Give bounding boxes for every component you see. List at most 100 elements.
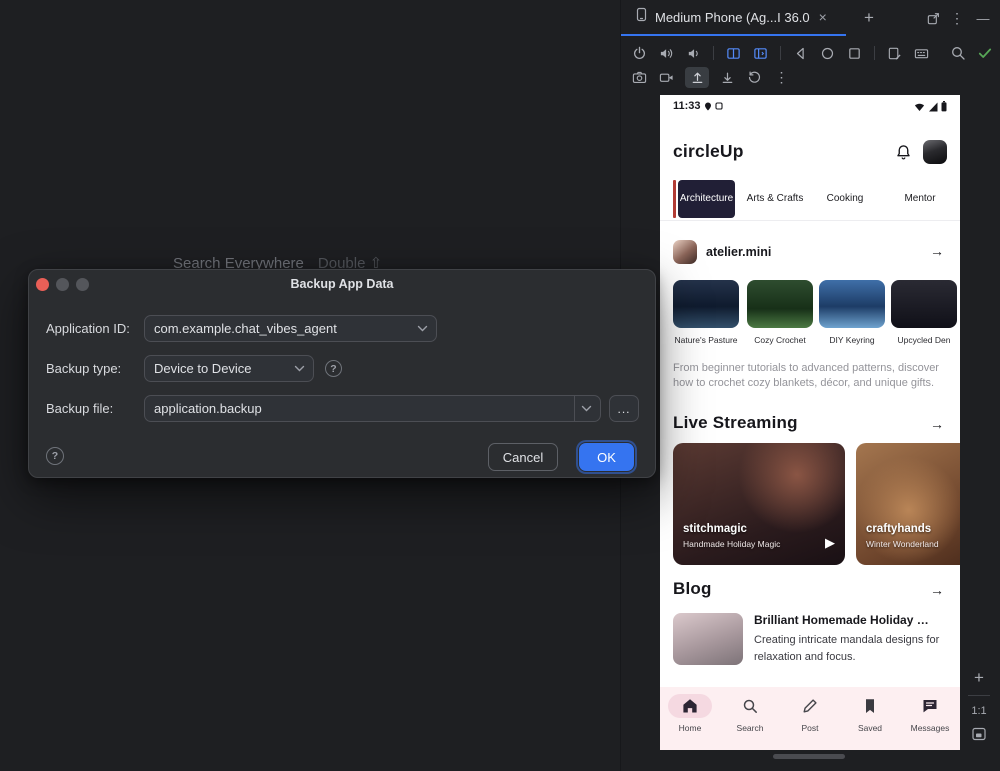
nav-label: Messages <box>911 723 950 733</box>
android-overview-button[interactable] <box>846 45 863 62</box>
profile-row[interactable]: atelier.mini → <box>660 240 960 270</box>
open-in-window-button[interactable] <box>923 8 943 28</box>
browse-file-button[interactable]: ... <box>609 395 639 422</box>
toolbar-divider <box>780 46 781 60</box>
backup-file-value: application.backup <box>154 401 568 416</box>
backup-file-label: Backup file: <box>46 395 113 422</box>
status-bar: 11:33 <box>660 95 960 119</box>
zoom-ratio-label[interactable]: 1:1 <box>971 705 986 717</box>
nav-label: Saved <box>858 723 882 733</box>
screenshot-root: { "colors": { "accent_blue": "#3574f0", … <box>0 0 1000 771</box>
fold-display-button[interactable] <box>725 45 742 62</box>
card-natures-pasture[interactable] <box>673 280 739 328</box>
nav-messages[interactable]: Messages <box>900 687 960 750</box>
gesture-bar-handle[interactable] <box>773 754 845 759</box>
status-time: 11:33 <box>673 100 723 112</box>
chevron-down-icon <box>294 365 305 372</box>
tab-architecture[interactable]: Architecture <box>678 180 735 218</box>
blog-post-title[interactable]: Brilliant Homemade Holiday … <box>754 613 950 627</box>
volume-down-button[interactable] <box>685 45 702 62</box>
nav-saved[interactable]: Saved <box>840 687 900 750</box>
application-id-label: Application ID: <box>46 315 130 342</box>
backup-type-help-icon[interactable]: ? <box>325 360 342 377</box>
wifi-icon <box>914 102 925 112</box>
card-cozy-crochet[interactable] <box>747 280 813 328</box>
snapshot-restore-button[interactable] <box>746 69 763 86</box>
panel-menu-button[interactable]: ⋮ <box>947 8 967 28</box>
backup-type-label: Backup type: <box>46 355 121 382</box>
nav-search[interactable]: Search <box>720 687 780 750</box>
device-tab-title: Medium Phone (Ag...I 36.0 <box>655 10 810 25</box>
tab-cooking[interactable]: Cooking <box>816 180 874 218</box>
zoom-divider <box>968 695 990 696</box>
ok-button[interactable]: OK <box>579 443 634 471</box>
tab-arts-crafts[interactable]: Arts & Crafts <box>746 180 804 218</box>
stream-stitchmagic[interactable]: stitchmagic Handmade Holiday Magic ▶ <box>673 443 845 565</box>
profile-arrow-icon[interactable]: → <box>930 243 944 259</box>
dialog-help-button[interactable]: ? <box>46 447 64 465</box>
emulator-device-tab[interactable]: Medium Phone (Ag...I 36.0 × <box>621 0 846 36</box>
zoom-in-button[interactable]: + <box>974 670 984 686</box>
stream-name: craftyhands <box>866 523 931 535</box>
notification-square-icon <box>715 102 723 110</box>
backup-file-combobox[interactable]: application.backup <box>144 395 601 422</box>
chat-icon <box>921 697 939 715</box>
notifications-bell-icon[interactable] <box>895 144 912 166</box>
minimize-panel-button[interactable]: — <box>973 8 993 28</box>
device-phone-icon <box>635 7 648 27</box>
card-label: Cozy Crochet <box>744 335 816 345</box>
new-tab-button[interactable]: + <box>857 6 881 30</box>
bookmark-icon <box>861 697 879 715</box>
screenshot-settings-button[interactable] <box>886 45 903 62</box>
power-button[interactable] <box>631 45 648 62</box>
emulator-tabstrip: Medium Phone (Ag...I 36.0 × + ⋮ — <box>621 0 1000 36</box>
zoom-mode-button[interactable] <box>949 45 966 62</box>
category-tabs: Architecture Arts & Crafts Cooking Mento… <box>660 177 960 221</box>
push-file-button[interactable] <box>685 67 709 88</box>
emulator-toolbar-row1 <box>631 43 993 63</box>
card-label: DIY Keyring <box>816 335 888 345</box>
user-avatar[interactable] <box>923 140 947 164</box>
play-icon[interactable]: ▶ <box>825 535 835 551</box>
screenshot-camera-button[interactable] <box>631 69 648 86</box>
android-back-button[interactable] <box>792 45 809 62</box>
fit-to-window-button[interactable] <box>971 726 987 747</box>
unfold-display-button[interactable] <box>752 45 769 62</box>
card-diy-keyring[interactable] <box>819 280 885 328</box>
toolbar-divider <box>713 46 714 60</box>
emulator-screen: 11:33 circleUp Architecture Arts & Craft… <box>660 95 960 750</box>
toolbar-overflow-button[interactable]: ⋮ <box>773 69 790 86</box>
tab-close-icon[interactable]: × <box>819 10 827 24</box>
kebab-icon: ⋮ <box>950 10 964 27</box>
profile-name: atelier.mini <box>706 245 771 259</box>
tab-mentor[interactable]: Mentor <box>892 180 948 218</box>
nav-home[interactable]: Home <box>660 687 720 750</box>
pull-file-button[interactable] <box>719 69 736 86</box>
card-upcycled-den[interactable] <box>891 280 957 328</box>
backup-app-data-dialog: Backup App Data Application ID: com.exam… <box>28 269 656 478</box>
zoom-controls: + 1:1 <box>961 670 997 747</box>
volume-up-button[interactable] <box>658 45 675 62</box>
stream-subtitle: Winter Wonderland <box>866 539 939 549</box>
nav-label: Post <box>801 723 818 733</box>
screen-record-button[interactable] <box>658 69 675 86</box>
dialog-title: Backup App Data <box>29 277 655 291</box>
profile-avatar <box>673 240 697 264</box>
app-title: circleUp <box>673 141 744 162</box>
android-home-button[interactable] <box>819 45 836 62</box>
live-streaming-arrow-icon[interactable]: → <box>930 416 944 432</box>
stream-name: stitchmagic <box>683 523 747 535</box>
chevron-down-icon[interactable] <box>581 405 592 412</box>
cancel-button[interactable]: Cancel <box>488 443 558 471</box>
search-icon <box>741 697 759 715</box>
blog-arrow-icon[interactable]: → <box>930 582 944 598</box>
stream-craftyhands[interactable]: craftyhands Winter Wonderland <box>856 443 960 565</box>
blog-thumbnail[interactable] <box>673 613 743 665</box>
active-tab-accent <box>673 180 676 218</box>
backup-type-select[interactable]: Device to Device <box>144 355 314 382</box>
application-id-select[interactable]: com.example.chat_vibes_agent <box>144 315 437 342</box>
validate-check-icon[interactable] <box>976 45 993 62</box>
nav-label: Search <box>737 723 764 733</box>
virtual-keyboard-button[interactable] <box>913 45 930 62</box>
nav-post[interactable]: Post <box>780 687 840 750</box>
